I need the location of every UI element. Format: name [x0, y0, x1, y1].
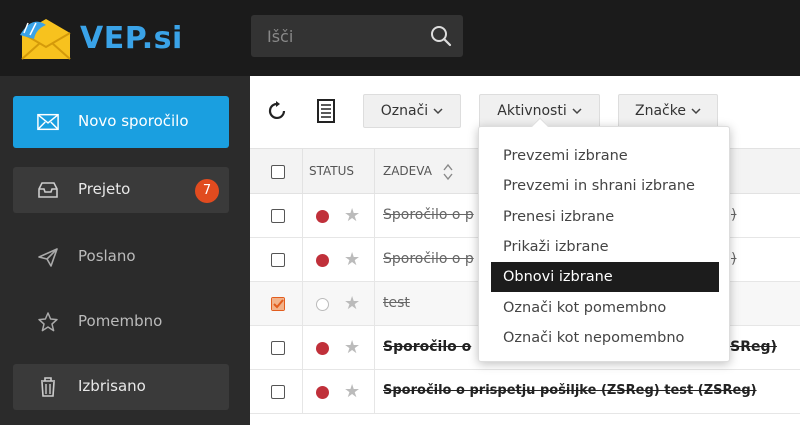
umbrella-envelope-icon — [18, 15, 74, 61]
status-dot-icon — [316, 342, 329, 355]
column-divider — [374, 238, 375, 282]
sidebar-item-label: Izbrisano — [78, 377, 146, 395]
mark-dropdown-button[interactable]: Označi — [363, 94, 461, 128]
brand-name: VEP.si — [80, 20, 183, 56]
actions-dropdown-menu: Prevzemi izbrane Prevzemi in shrani izbr… — [478, 117, 730, 362]
column-divider — [374, 194, 375, 238]
logo[interactable]: VEP.si — [18, 14, 183, 62]
compose-label: Novo sporočilo — [78, 112, 189, 130]
mark-label: Označi — [380, 103, 429, 119]
row-subject: test — [383, 295, 410, 311]
row-subject: Sporočilo o p — [383, 207, 474, 223]
inbox-icon — [38, 182, 58, 198]
search-box — [251, 15, 463, 57]
column-divider — [302, 194, 303, 238]
row-subject: Sporočilo o p — [383, 251, 474, 267]
row-checkbox[interactable] — [271, 385, 285, 399]
row-subject-tail: ) — [731, 251, 737, 267]
sidebar: Novo sporočilo Prejeto 7 Poslano Pomembn… — [0, 76, 250, 425]
menu-item-mark-unimportant[interactable]: Označi kot nepomembno — [491, 323, 719, 353]
column-divider — [374, 149, 375, 195]
menu-item-fetch-save-selected[interactable]: Prevzemi in shrani izbrane — [491, 171, 719, 201]
trash-icon — [41, 377, 55, 397]
menu-item-show-selected[interactable]: Prikaži izbrane — [491, 232, 719, 262]
column-divider — [302, 149, 303, 195]
sidebar-item-important[interactable]: Pomembno — [13, 299, 229, 345]
row-subject-tail: ) — [731, 207, 737, 223]
star-icon[interactable]: ★ — [344, 205, 360, 226]
tags-dropdown-button[interactable]: Značke — [618, 94, 718, 128]
actions-label: Aktivnosti — [497, 103, 567, 119]
column-divider — [302, 238, 303, 282]
send-icon — [38, 248, 58, 267]
chevron-down-icon — [691, 108, 701, 115]
sort-icon[interactable] — [443, 163, 453, 181]
row-subject: Sporočilo o prispetju pošiljke (ZSReg) t… — [383, 383, 757, 398]
status-dot-icon — [316, 298, 329, 311]
search-icon[interactable] — [429, 24, 453, 48]
status-dot-icon — [316, 254, 329, 267]
column-divider — [302, 326, 303, 370]
top-bar: VEP.si — [0, 0, 800, 76]
column-divider — [374, 370, 375, 414]
column-divider — [302, 370, 303, 414]
refresh-icon[interactable] — [267, 100, 289, 122]
sidebar-item-trash[interactable]: Izbrisano — [13, 364, 229, 410]
search-input[interactable] — [251, 15, 421, 57]
menu-item-fetch-selected[interactable]: Prevzemi izbrane — [491, 141, 719, 171]
row-checkbox[interactable] — [271, 209, 285, 223]
envelope-icon — [37, 113, 59, 131]
menu-item-mark-important[interactable]: Označi kot pomembno — [491, 293, 719, 323]
row-checkbox-checked[interactable] — [271, 297, 285, 311]
star-icon — [38, 312, 58, 332]
sidebar-item-sent[interactable]: Poslano — [13, 234, 229, 280]
star-icon[interactable]: ★ — [344, 337, 360, 358]
column-divider — [302, 282, 303, 326]
subject-column-header[interactable]: ZADEVA — [383, 164, 432, 178]
compose-button[interactable]: Novo sporočilo — [13, 96, 229, 148]
star-icon[interactable]: ★ — [344, 293, 360, 314]
chevron-down-icon — [572, 108, 582, 115]
unread-count-badge: 7 — [195, 179, 219, 203]
star-icon[interactable]: ★ — [344, 249, 360, 270]
status-dot-icon — [316, 210, 329, 223]
column-divider — [374, 326, 375, 370]
column-divider — [374, 282, 375, 326]
table-row[interactable]: ★ Sporočilo o prispetju pošiljke (ZSReg)… — [250, 370, 800, 414]
row-checkbox[interactable] — [271, 253, 285, 267]
sidebar-item-inbox[interactable]: Prejeto 7 — [13, 167, 229, 213]
sidebar-item-label: Prejeto — [78, 180, 131, 198]
sidebar-item-label: Poslano — [78, 247, 136, 265]
tags-label: Značke — [635, 103, 686, 119]
checkmark-icon — [272, 298, 284, 310]
select-all-checkbox[interactable] — [271, 165, 285, 179]
chevron-down-icon — [433, 108, 443, 115]
status-column-header: STATUS — [309, 164, 355, 178]
menu-item-download-selected[interactable]: Prenesi izbrane — [491, 202, 719, 232]
status-dot-icon — [316, 386, 329, 399]
document-icon[interactable] — [316, 99, 336, 123]
sidebar-item-label: Pomembno — [78, 312, 163, 330]
row-subject: Sporočilo o — [383, 339, 472, 355]
star-icon[interactable]: ★ — [344, 381, 360, 402]
row-checkbox[interactable] — [271, 341, 285, 355]
menu-item-restore-selected[interactable]: Obnovi izbrane — [491, 262, 719, 292]
